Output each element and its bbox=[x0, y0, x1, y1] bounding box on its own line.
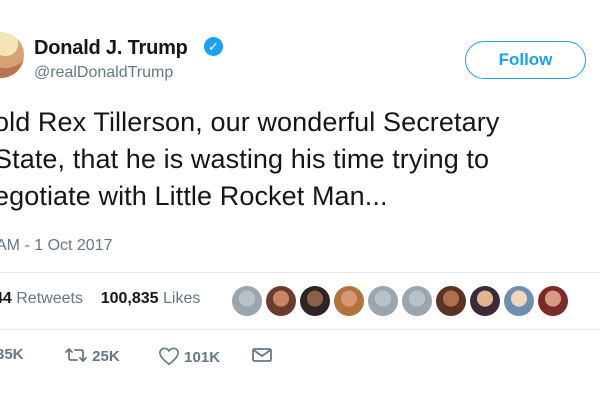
liker-avatar[interactable] bbox=[266, 286, 296, 316]
retweets-count: 44 bbox=[0, 290, 12, 307]
tweet-text-line: egotiate with Little Rocket Man... bbox=[0, 181, 388, 211]
reply-action[interactable]: 35K bbox=[0, 346, 24, 363]
author-handle[interactable]: @realDonaldTrump bbox=[34, 64, 173, 82]
liker-avatar[interactable] bbox=[402, 286, 432, 316]
heart-icon bbox=[158, 346, 180, 370]
liker-avatar[interactable] bbox=[470, 286, 500, 316]
tweet-text-line: State, that he is wasting his time tryin… bbox=[0, 144, 490, 174]
liker-avatar[interactable] bbox=[368, 286, 398, 316]
reply-count: 35K bbox=[0, 346, 24, 363]
verified-badge-icon: ✓ bbox=[204, 37, 223, 56]
likes-label: Likes bbox=[163, 290, 201, 307]
retweets-label: Retweets bbox=[16, 290, 83, 307]
tweet-text-line: old Rex Tillerson, our wonderful Secreta… bbox=[0, 107, 500, 137]
divider bbox=[0, 272, 600, 273]
divider bbox=[0, 329, 600, 330]
dm-action[interactable] bbox=[251, 346, 273, 368]
like-count: 101K bbox=[184, 348, 221, 366]
tweet-text: old Rex Tillerson, our wonderful Secreta… bbox=[0, 104, 600, 215]
liker-avatar[interactable] bbox=[504, 286, 534, 316]
author-name[interactable]: Donald J. Trump bbox=[34, 37, 188, 60]
retweet-action[interactable]: 25K bbox=[64, 346, 120, 368]
engagement-stats: 44 Retweets 100,835 Likes bbox=[0, 290, 200, 308]
like-action[interactable]: 101K bbox=[158, 346, 220, 370]
likes-count: 100,835 bbox=[100, 290, 159, 307]
likes-stat[interactable]: 100,835 Likes bbox=[101, 290, 201, 307]
author-avatar[interactable] bbox=[0, 32, 24, 78]
liker-avatar[interactable] bbox=[334, 286, 364, 316]
retweet-count: 25K bbox=[92, 347, 120, 365]
retweet-icon bbox=[64, 346, 88, 368]
tweet-timestamp[interactable]: AM - 1 Oct 2017 bbox=[0, 237, 113, 255]
retweets-stat[interactable]: 44 Retweets bbox=[0, 290, 83, 307]
follow-button[interactable]: Follow bbox=[465, 41, 586, 79]
liker-avatar[interactable] bbox=[232, 286, 262, 316]
liker-avatar[interactable] bbox=[300, 286, 330, 316]
dm-envelope-icon bbox=[251, 346, 273, 368]
liker-avatar[interactable] bbox=[436, 286, 466, 316]
liker-avatar[interactable] bbox=[538, 286, 568, 316]
